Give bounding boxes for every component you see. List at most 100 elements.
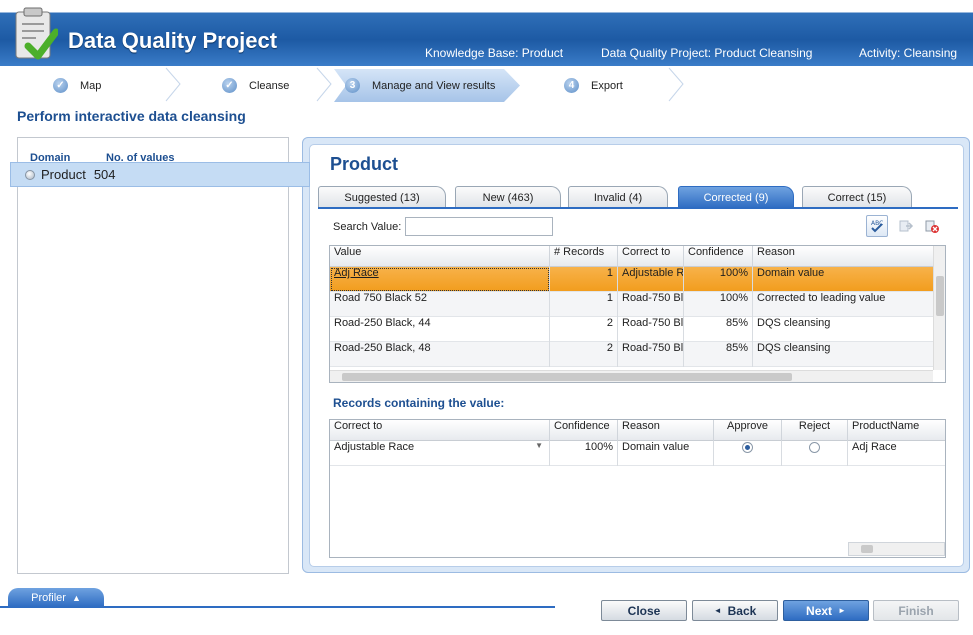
- check-circle-icon: ✓: [53, 78, 68, 93]
- tab-new[interactable]: New (463): [455, 186, 561, 208]
- table-row[interactable]: Adjustable Race ▼ 100% Domain value Adj …: [330, 441, 945, 466]
- chevron-down-icon: ▼: [535, 441, 543, 450]
- tab-underline: [318, 207, 958, 209]
- horizontal-scrollbar[interactable]: [848, 542, 945, 556]
- cell-reason: Domain value: [757, 267, 825, 279]
- chevron-up-icon: ▲: [71, 592, 81, 603]
- domain-count: 504: [93, 167, 116, 182]
- cell-reason: DQS cleansing: [757, 342, 831, 354]
- reject-radio[interactable]: [809, 441, 820, 453]
- step-label: Map: [80, 79, 102, 92]
- tab-suggested[interactable]: Suggested (13): [318, 186, 446, 208]
- column-header-reason[interactable]: Reason: [753, 246, 933, 267]
- approve-radio[interactable]: [742, 441, 753, 453]
- cell-value: Road-250 Black, 48: [330, 342, 550, 367]
- cell-correct-to[interactable]: Road-750 Bla: [618, 292, 684, 317]
- column-header-correct-to[interactable]: Correct to: [330, 420, 550, 441]
- table-row[interactable]: Road 750 Black 52 1 Road-750 Bla 100% Co…: [330, 292, 933, 317]
- activity-label: Activity: Cleansing: [859, 46, 958, 60]
- cell-reason: Corrected to leading value: [757, 292, 886, 304]
- cell-value: Road 750 Black 52: [330, 292, 550, 317]
- step-number-icon: 3: [345, 78, 360, 93]
- table-row[interactable]: Road-250 Black, 48 2 Road-750 Bla 85% DQ…: [330, 342, 933, 367]
- spell-check-icon[interactable]: ABC: [866, 215, 888, 237]
- table-row[interactable]: Adj Race 1 Adjustable Ra 100% Domain val…: [330, 267, 933, 292]
- cell-value: Road-250 Black, 44: [330, 317, 550, 342]
- horizontal-scrollbar[interactable]: [330, 370, 933, 382]
- vertical-scrollbar[interactable]: [933, 246, 945, 370]
- column-header-approve[interactable]: Approve: [714, 420, 782, 441]
- cell-product-name: Adj Race: [852, 441, 897, 453]
- values-table-header: Value # Records Correct to Confidence Re…: [330, 246, 933, 267]
- check-circle-icon: ✓: [222, 78, 237, 93]
- cell-records: 1: [550, 292, 618, 317]
- domain-list-panel: Domain No. of values: [17, 137, 289, 574]
- search-input[interactable]: [405, 217, 553, 236]
- step-label: Manage and View results: [372, 79, 496, 92]
- column-header-confidence[interactable]: Confidence: [550, 420, 618, 441]
- profiler-tab[interactable]: Profiler ▲: [8, 588, 104, 607]
- delete-icon[interactable]: [921, 215, 943, 237]
- column-header-correct-to[interactable]: Correct to: [618, 246, 684, 267]
- cell-confidence: 100%: [684, 267, 753, 292]
- cell-correct-to: Adjustable Race: [334, 441, 415, 453]
- column-header-value[interactable]: Value: [330, 246, 550, 267]
- domain-title: Product: [330, 154, 399, 174]
- cell-confidence: 100%: [550, 441, 618, 466]
- column-header-reason[interactable]: Reason: [618, 420, 714, 441]
- column-header-reject[interactable]: Reject: [782, 420, 848, 441]
- cell-reason: Domain value: [618, 441, 714, 466]
- project-label: Data Quality Project: Product Cleansing: [601, 46, 813, 60]
- correct-to-dropdown[interactable]: Adjustable Race ▼: [330, 441, 550, 466]
- step-manage-results[interactable]: 3 Manage and View results: [345, 78, 495, 93]
- next-button[interactable]: Next ►: [783, 600, 869, 621]
- records-section-title: Records containing the value:: [333, 396, 505, 410]
- step-number-icon: 4: [564, 78, 579, 93]
- step-map[interactable]: ✓ Map: [53, 78, 101, 93]
- records-table-header: Correct to Confidence Reason Approve Rej…: [330, 420, 945, 441]
- export-icon[interactable]: [895, 215, 917, 237]
- cell-value: Adj Race: [330, 267, 550, 292]
- cell-correct-to[interactable]: Adjustable Ra: [618, 267, 684, 292]
- header-top-strip: [260, 0, 973, 12]
- page-subtitle: Perform interactive data cleansing: [17, 108, 246, 124]
- cell-correct-to[interactable]: Road-750 Bla: [618, 317, 684, 342]
- profiler-label: Profiler: [31, 591, 66, 604]
- back-label: Back: [727, 603, 757, 618]
- column-header-confidence[interactable]: Confidence: [684, 246, 753, 267]
- arrow-right-icon: ►: [838, 606, 846, 615]
- knowledge-base-label: Knowledge Base: Product: [425, 46, 564, 60]
- domain-row-product[interactable]: Product 504: [10, 162, 310, 187]
- reject-cell: [782, 441, 848, 466]
- cell-confidence: 85%: [684, 317, 753, 342]
- cell-reason: DQS cleansing: [757, 317, 831, 329]
- step-label: Cleanse: [249, 79, 290, 92]
- tab-correct[interactable]: Correct (15): [802, 186, 912, 208]
- close-button[interactable]: Close: [601, 600, 687, 621]
- records-table: Correct to Confidence Reason Approve Rej…: [329, 419, 946, 558]
- table-row[interactable]: Road-250 Black, 44 2 Road-750 Bla 85% DQ…: [330, 317, 933, 342]
- domain-status-icon: [25, 169, 35, 180]
- cell-correct-to[interactable]: Road-750 Bla: [618, 342, 684, 367]
- step-separator: [316, 67, 332, 102]
- domain-name: Product: [41, 167, 86, 182]
- cell-records: 1: [550, 267, 618, 292]
- step-export[interactable]: 4 Export: [564, 78, 623, 93]
- scroll-thumb[interactable]: [936, 276, 944, 316]
- tab-invalid[interactable]: Invalid (4): [568, 186, 668, 208]
- column-header-product-name[interactable]: ProductName: [848, 420, 945, 441]
- cell-records: 2: [550, 342, 618, 367]
- column-header-records[interactable]: # Records: [550, 246, 618, 267]
- tab-corrected[interactable]: Corrected (9): [678, 186, 794, 208]
- app-title: Data Quality Project: [68, 28, 278, 53]
- clipboard-check-icon: [15, 7, 58, 60]
- step-cleanse[interactable]: ✓ Cleanse: [222, 78, 289, 93]
- next-label: Next: [806, 603, 833, 618]
- back-button[interactable]: ◄ Back: [692, 600, 778, 621]
- scroll-thumb[interactable]: [342, 373, 792, 381]
- arrow-left-icon: ◄: [713, 606, 722, 615]
- step-label: Export: [591, 79, 623, 92]
- scroll-thumb[interactable]: [861, 545, 873, 553]
- finish-button[interactable]: Finish: [873, 600, 959, 621]
- values-table: Value # Records Correct to Confidence Re…: [329, 245, 946, 383]
